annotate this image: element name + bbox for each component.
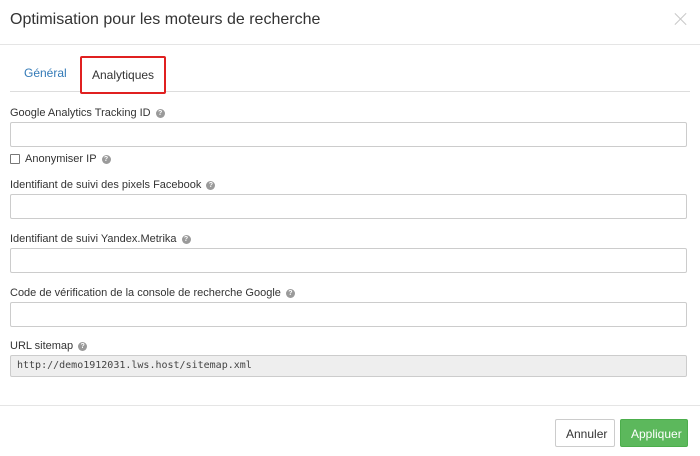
help-icon[interactable]: ? xyxy=(78,341,88,351)
gsc-label-text: Code de vérification de la console de re… xyxy=(10,287,281,299)
yandex-label-text: Identifiant de suivi Yandex.Metrika xyxy=(10,233,177,245)
yandex-metrika-input[interactable] xyxy=(10,248,687,273)
sitemap-label: URL sitemap ? xyxy=(10,340,88,352)
yandex-label: Identifiant de suivi Yandex.Metrika ? xyxy=(10,233,191,245)
help-icon[interactable]: ? xyxy=(285,288,295,298)
cancel-button[interactable]: Annuler xyxy=(555,419,615,447)
modal-header: Optimisation pour les moteurs de recherc… xyxy=(0,0,700,45)
modal-title: Optimisation pour les moteurs de recherc… xyxy=(10,11,321,28)
tab-analytics[interactable]: Analytiques xyxy=(80,56,167,94)
tab-general[interactable]: Général xyxy=(12,55,79,91)
ga-label-text: Google Analytics Tracking ID xyxy=(10,107,151,119)
footer-divider xyxy=(0,405,700,406)
anonymize-ip-checkbox[interactable] xyxy=(10,154,20,164)
sitemap-url-field: http://demo1912031.lws.host/sitemap.xml xyxy=(10,355,687,377)
facebook-pixel-input[interactable] xyxy=(10,194,687,219)
help-icon[interactable]: ? xyxy=(101,154,111,164)
anonymize-ip-row: Anonymiser IP ? xyxy=(10,153,111,165)
ga-label: Google Analytics Tracking ID ? xyxy=(10,107,165,119)
anonymize-ip-label: Anonymiser IP xyxy=(25,153,97,165)
ga-tracking-id-input[interactable] xyxy=(10,122,687,147)
sitemap-label-text: URL sitemap xyxy=(10,340,74,352)
gsc-label: Code de vérification de la console de re… xyxy=(10,287,295,299)
help-icon[interactable]: ? xyxy=(155,108,165,118)
fb-label: Identifiant de suivi des pixels Facebook… xyxy=(10,179,216,191)
apply-button[interactable]: Appliquer xyxy=(620,419,688,447)
help-icon[interactable]: ? xyxy=(206,180,216,190)
help-icon[interactable]: ? xyxy=(181,234,191,244)
tab-bar: Général Analytiques xyxy=(10,55,690,94)
close-icon[interactable] xyxy=(674,12,688,26)
google-search-console-input[interactable] xyxy=(10,302,687,327)
fb-label-text: Identifiant de suivi des pixels Facebook xyxy=(10,179,202,191)
